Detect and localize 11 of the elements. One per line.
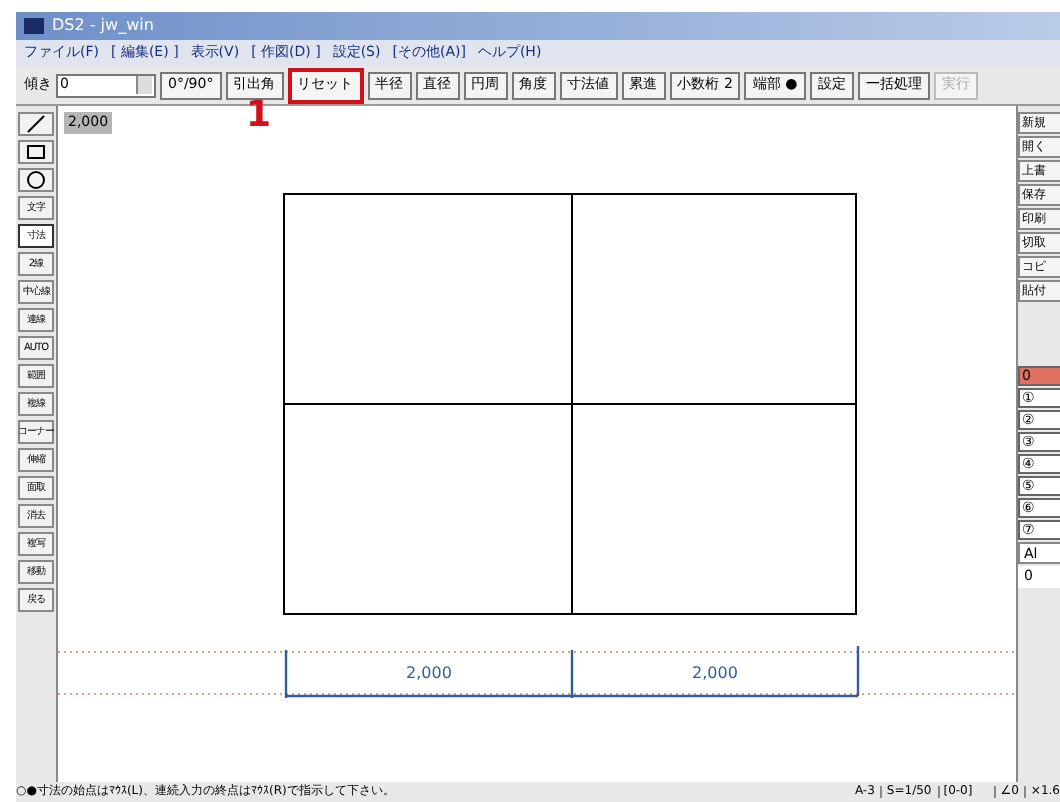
rect-icon xyxy=(24,140,48,164)
callout-number: 1 xyxy=(246,98,272,134)
circle-icon xyxy=(24,168,48,192)
window-title: DS2 - jw_win xyxy=(52,18,154,34)
tool-button[interactable] xyxy=(18,112,54,136)
app-icon xyxy=(24,18,44,34)
tool-button[interactable] xyxy=(18,168,54,192)
dimension-value: 2,000 xyxy=(690,662,740,686)
tool-button[interactable] xyxy=(18,140,54,164)
dimension-value: 2,000 xyxy=(404,662,454,686)
line-icon xyxy=(24,112,48,136)
